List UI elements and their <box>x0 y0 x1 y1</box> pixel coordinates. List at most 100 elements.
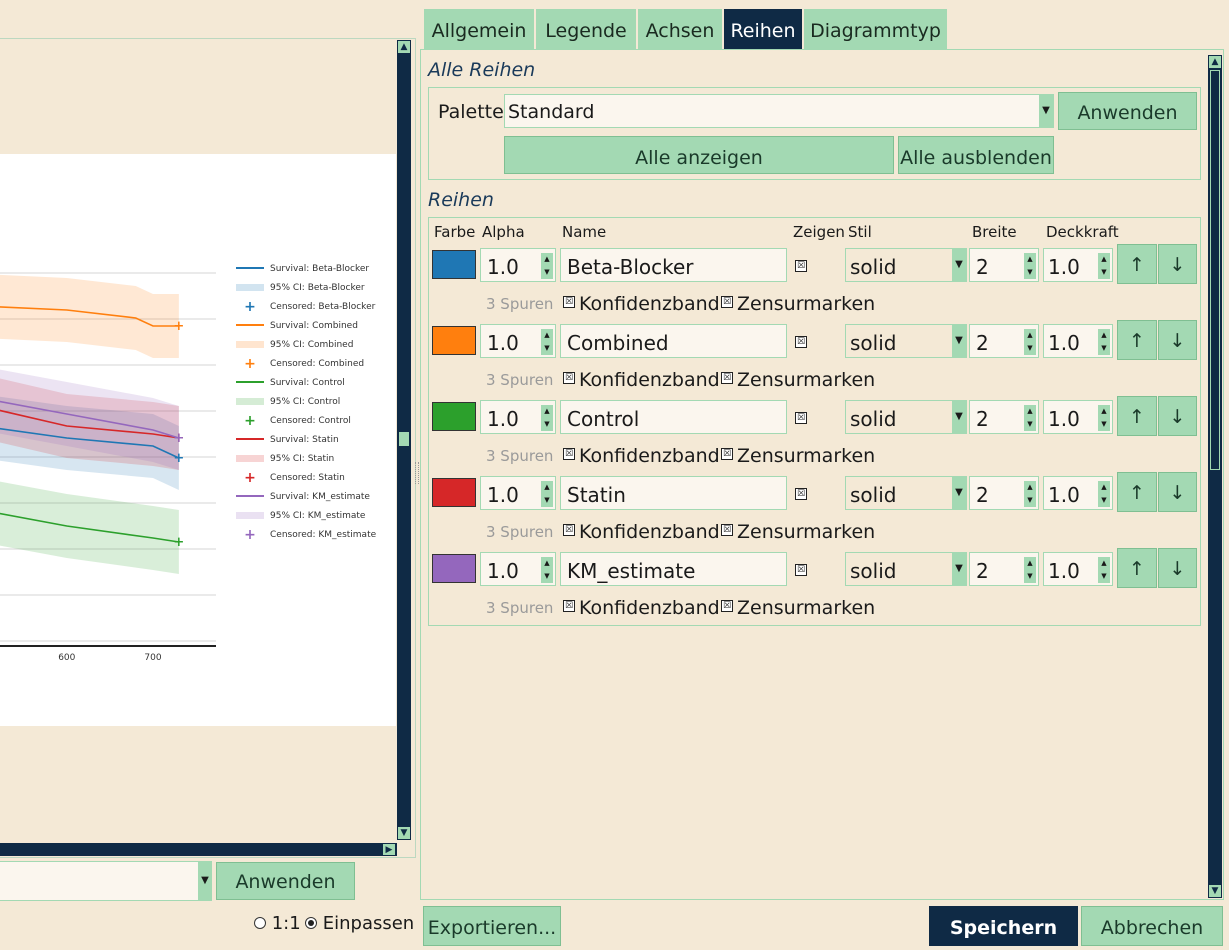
tab-reihen[interactable]: Reihen <box>724 9 802 50</box>
opacity-stepper-icon[interactable]: ▲ ▼ <box>1098 481 1110 507</box>
show-checkbox[interactable]: ☒ <box>795 564 807 576</box>
cancel-button[interactable]: Abbrechen <box>1081 906 1223 946</box>
tab-achsen[interactable]: Achsen <box>638 9 722 50</box>
settings-scroll-thumb[interactable] <box>1210 70 1220 470</box>
band-checkbox[interactable]: ☒ <box>563 296 575 308</box>
alpha-stepper-icon[interactable]: ▲ ▼ <box>541 481 553 507</box>
palette-select[interactable]: Standard <box>504 94 1054 128</box>
alpha-spinbox[interactable]: 1.0 ▲ ▼ <box>480 400 556 434</box>
scroll-right-icon[interactable]: ▶ <box>382 843 396 856</box>
width-stepper-icon[interactable]: ▲ ▼ <box>1024 481 1036 507</box>
tab-legende[interactable]: Legende <box>536 9 636 50</box>
series-color-swatch[interactable] <box>432 326 476 355</box>
opacity-spinbox[interactable]: 1.0 ▲ ▼ <box>1043 476 1113 510</box>
scroll-down-icon[interactable]: ▼ <box>397 826 411 840</box>
move-up-button[interactable]: ↑ <box>1117 396 1157 436</box>
radio-1to1[interactable]: 1:1 <box>254 913 301 934</box>
censor-checkbox[interactable]: ☒ <box>721 372 733 384</box>
style-select[interactable]: solid <box>845 248 967 282</box>
move-up-button[interactable]: ↑ <box>1117 472 1157 512</box>
export-button[interactable]: Exportieren... <box>423 906 561 946</box>
settings-scroll-down-icon[interactable]: ▼ <box>1208 884 1222 898</box>
censor-checkbox[interactable]: ☒ <box>721 600 733 612</box>
chevron-down-icon[interactable]: ▼ <box>198 862 212 900</box>
preview-horizontal-scrollbar[interactable] <box>0 843 397 856</box>
show-checkbox[interactable]: ☒ <box>795 488 807 500</box>
show-all-button[interactable]: Alle anzeigen <box>504 136 894 174</box>
move-down-button[interactable]: ↓ <box>1158 396 1197 436</box>
censor-checkbox[interactable]: ☒ <box>721 296 733 308</box>
width-spinbox[interactable]: 2 ▲ ▼ <box>969 552 1039 586</box>
move-down-button[interactable]: ↓ <box>1158 548 1197 588</box>
opacity-stepper-icon[interactable]: ▲ ▼ <box>1098 405 1110 431</box>
series-color-swatch[interactable] <box>432 554 476 583</box>
series-color-swatch[interactable] <box>432 478 476 507</box>
left-combo[interactable] <box>0 861 212 901</box>
scroll-thumb[interactable] <box>399 432 409 446</box>
alpha-spinbox[interactable]: 1.0 ▲ ▼ <box>480 324 556 358</box>
radio-1to1-circle[interactable] <box>254 917 266 929</box>
alpha-spinbox[interactable]: 1.0 ▲ ▼ <box>480 552 556 586</box>
band-checkbox[interactable]: ☒ <box>563 524 575 536</box>
splitter-handle[interactable] <box>415 462 419 484</box>
radio-fit[interactable]: Einpassen <box>305 913 414 934</box>
opacity-stepper-icon[interactable]: ▲ ▼ <box>1098 329 1110 355</box>
alpha-spinbox[interactable]: 1.0 ▲ ▼ <box>480 476 556 510</box>
width-stepper-icon[interactable]: ▲ ▼ <box>1024 329 1036 355</box>
opacity-spinbox[interactable]: 1.0 ▲ ▼ <box>1043 324 1113 358</box>
width-spinbox[interactable]: 2 ▲ ▼ <box>969 248 1039 282</box>
opacity-stepper-icon[interactable]: ▲ ▼ <box>1098 253 1110 279</box>
width-stepper-icon[interactable]: ▲ ▼ <box>1024 557 1036 583</box>
tab-diagrammtyp[interactable]: Diagrammtyp <box>804 9 947 50</box>
series-name-field[interactable]: Control <box>560 400 787 434</box>
band-checkbox[interactable]: ☒ <box>563 600 575 612</box>
scroll-up-icon[interactable]: ▲ <box>397 40 411 54</box>
opacity-spinbox[interactable]: 1.0 ▲ ▼ <box>1043 552 1113 586</box>
style-chevron-down-icon[interactable]: ▼ <box>952 477 966 509</box>
move-down-button[interactable]: ↓ <box>1158 320 1197 360</box>
opacity-spinbox[interactable]: 1.0 ▲ ▼ <box>1043 248 1113 282</box>
palette-chevron-down-icon[interactable]: ▼ <box>1039 95 1053 127</box>
width-spinbox[interactable]: 2 ▲ ▼ <box>969 324 1039 358</box>
style-chevron-down-icon[interactable]: ▼ <box>952 249 966 281</box>
move-up-button[interactable]: ↑ <box>1117 320 1157 360</box>
alpha-stepper-icon[interactable]: ▲ ▼ <box>541 557 553 583</box>
width-spinbox[interactable]: 2 ▲ ▼ <box>969 400 1039 434</box>
style-select[interactable]: solid <box>845 400 967 434</box>
band-checkbox[interactable]: ☒ <box>563 372 575 384</box>
series-name-field[interactable]: Combined <box>560 324 787 358</box>
style-chevron-down-icon[interactable]: ▼ <box>952 325 966 357</box>
alpha-spinbox[interactable]: 1.0 ▲ ▼ <box>480 248 556 282</box>
style-chevron-down-icon[interactable]: ▼ <box>952 401 966 433</box>
alpha-stepper-icon[interactable]: ▲ ▼ <box>541 253 553 279</box>
move-down-button[interactable]: ↓ <box>1158 472 1197 512</box>
series-color-swatch[interactable] <box>432 402 476 431</box>
alpha-stepper-icon[interactable]: ▲ ▼ <box>541 405 553 431</box>
move-down-button[interactable]: ↓ <box>1158 244 1197 284</box>
hide-all-button[interactable]: Alle ausblenden <box>898 136 1054 174</box>
band-checkbox[interactable]: ☒ <box>563 448 575 460</box>
show-checkbox[interactable]: ☒ <box>795 260 807 272</box>
move-up-button[interactable]: ↑ <box>1117 548 1157 588</box>
radio-fit-circle[interactable] <box>305 917 317 929</box>
style-select[interactable]: solid <box>845 476 967 510</box>
show-checkbox[interactable]: ☒ <box>795 336 807 348</box>
opacity-spinbox[interactable]: 1.0 ▲ ▼ <box>1043 400 1113 434</box>
width-spinbox[interactable]: 2 ▲ ▼ <box>969 476 1039 510</box>
censor-checkbox[interactable]: ☒ <box>721 524 733 536</box>
series-name-field[interactable]: Statin <box>560 476 787 510</box>
style-chevron-down-icon[interactable]: ▼ <box>952 553 966 585</box>
series-color-swatch[interactable] <box>432 250 476 279</box>
show-checkbox[interactable]: ☒ <box>795 412 807 424</box>
series-name-field[interactable]: KM_estimate <box>560 552 787 586</box>
left-apply-button[interactable]: Anwenden <box>216 862 355 900</box>
width-stepper-icon[interactable]: ▲ ▼ <box>1024 405 1036 431</box>
alpha-stepper-icon[interactable]: ▲ ▼ <box>541 329 553 355</box>
style-select[interactable]: solid <box>845 552 967 586</box>
palette-apply-button[interactable]: Anwenden <box>1058 92 1197 130</box>
tab-allgemein[interactable]: Allgemein <box>424 9 534 50</box>
style-select[interactable]: solid <box>845 324 967 358</box>
series-name-field[interactable]: Beta-Blocker <box>560 248 787 282</box>
save-button[interactable]: Speichern <box>929 906 1078 946</box>
width-stepper-icon[interactable]: ▲ ▼ <box>1024 253 1036 279</box>
